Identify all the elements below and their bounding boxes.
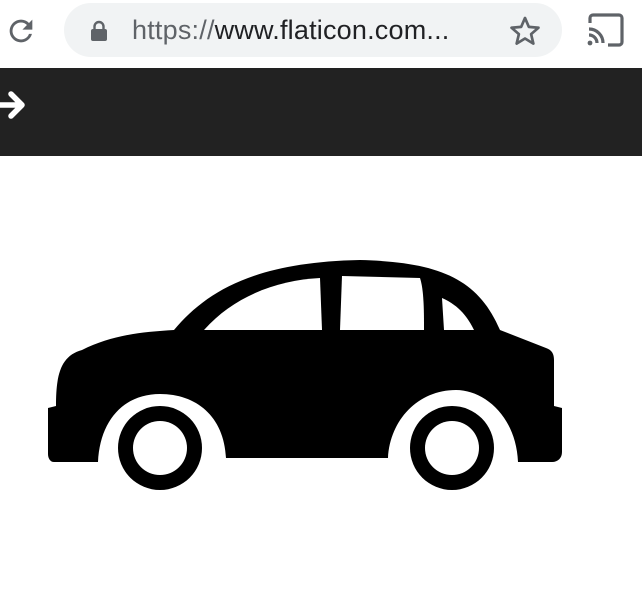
- image-viewer: [0, 156, 642, 596]
- reload-icon[interactable]: [4, 14, 38, 48]
- url-scheme: https://: [132, 15, 215, 45]
- arrow-right-icon[interactable]: [0, 88, 28, 122]
- page-header: [0, 68, 642, 156]
- url-host: www.flaticon.com...: [214, 15, 450, 45]
- star-icon[interactable]: [508, 14, 542, 48]
- address-bar[interactable]: https://www.flaticon.com...: [64, 3, 562, 57]
- lock-icon[interactable]: [90, 20, 108, 42]
- browser-toolbar: https://www.flaticon.com...: [0, 0, 642, 68]
- url-text[interactable]: https://www.flaticon.com...: [132, 13, 450, 47]
- cast-icon[interactable]: [586, 12, 626, 48]
- car-icon: [48, 260, 562, 490]
